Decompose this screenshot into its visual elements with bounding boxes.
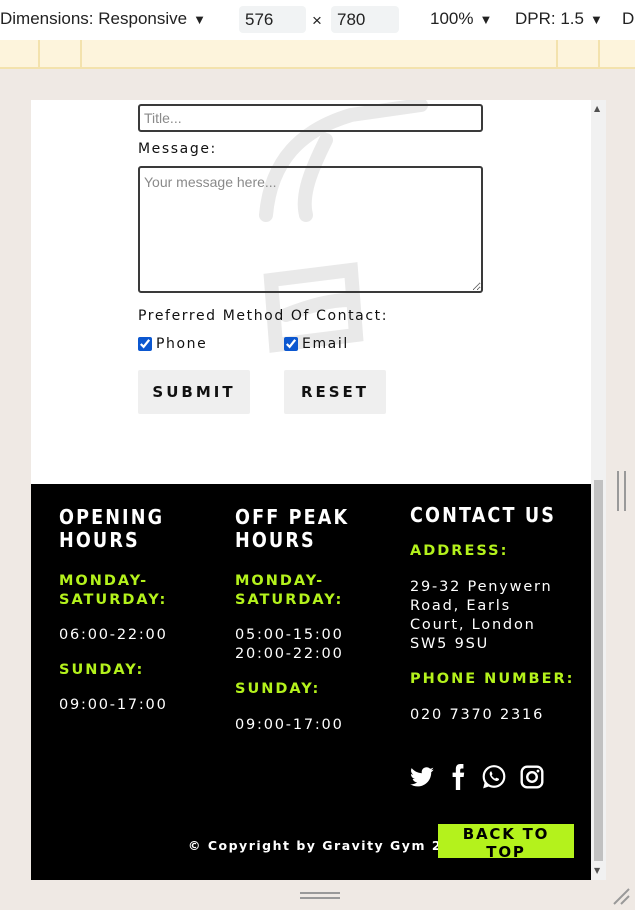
instagram-icon[interactable]	[519, 764, 545, 790]
zoom-label: 100%	[430, 9, 474, 28]
label-line: Saturday:	[59, 592, 168, 608]
ruler-segment[interactable]	[80, 40, 558, 67]
height-input[interactable]	[331, 6, 399, 33]
scroll-up-arrow-icon[interactable]: ▲	[594, 104, 600, 113]
contact-heading: Contact Us	[410, 503, 557, 527]
label-line: Monday-	[59, 573, 149, 589]
offpeak-sunday-hours: 09:00-17:00	[235, 717, 344, 733]
resize-handle-bottom[interactable]	[300, 892, 340, 899]
dropdown-arrow-icon: ▼	[479, 12, 493, 27]
dpr-dropdown[interactable]: DPR: 1.5 ▼	[515, 9, 603, 29]
offpeak-sunday-label: Sunday:	[235, 681, 321, 697]
offpeak-weekdays-label: Monday- Saturday:	[235, 572, 343, 610]
scroll-down-arrow-icon[interactable]: ▼	[594, 866, 600, 875]
ruler-segment[interactable]	[0, 40, 38, 67]
zoom-dropdown[interactable]: 100% ▼	[430, 9, 492, 29]
opening-hours-heading: Opening Hours	[59, 506, 164, 552]
dropdown-arrow-icon: ▼	[589, 12, 603, 27]
address-line: Road, Earls	[410, 598, 511, 614]
reset-button[interactable]: Reset	[284, 370, 386, 414]
message-textarea[interactable]	[138, 166, 483, 293]
ruler-segment[interactable]	[556, 40, 600, 67]
device-toolbar: Dimensions: Responsive ▼ × 100% ▼ DPR: 1.5…	[0, 0, 635, 41]
heading-line: Hours	[59, 528, 140, 552]
width-input[interactable]	[239, 6, 306, 33]
hours-line: 05:00-15:00	[235, 627, 344, 643]
ruler-segment[interactable]	[598, 40, 635, 67]
email-checkbox[interactable]	[284, 337, 298, 351]
phone-label: Phone Number:	[410, 671, 575, 687]
label-line: Saturday:	[235, 592, 344, 608]
resize-handle-right[interactable]	[617, 471, 626, 511]
back-to-top-button[interactable]: Back To Top	[438, 824, 574, 861]
device-viewport: Message: Preferred Method Of Contact: Ph…	[31, 100, 591, 880]
opening-weekdays-hours: 06:00-22:00	[59, 627, 168, 643]
address-line: SW5 9SU	[410, 636, 490, 652]
address-label: Address:	[410, 543, 509, 559]
opening-sunday-label: Sunday:	[59, 662, 145, 678]
phone-checkbox[interactable]	[138, 337, 152, 351]
address-text: 29-32 Penywern Road, Earls Court, London…	[410, 578, 553, 654]
dpr-label: DPR: 1.5	[515, 9, 584, 28]
contact-method-label: Preferred Method Of Contact:	[138, 308, 389, 324]
resize-corner-icon[interactable]	[611, 886, 631, 906]
whatsapp-icon[interactable]	[481, 764, 507, 790]
dropdown-arrow-icon: ▼	[193, 12, 206, 27]
scrollbar-thumb[interactable]	[594, 480, 603, 861]
message-label: Message:	[138, 141, 217, 157]
site-footer: Opening Hours Monday- Saturday: 06:00-22…	[31, 484, 591, 880]
address-line: Court, London	[410, 617, 536, 633]
offpeak-weekdays-hours: 05:00-15:00 20:00-22:00	[235, 626, 344, 664]
phone-checkbox-label[interactable]: Phone	[156, 336, 207, 352]
email-checkbox-label[interactable]: Email	[302, 336, 349, 352]
viewport-scrollbar[interactable]: ▲ ▼	[591, 100, 606, 880]
times-sign: ×	[312, 11, 322, 30]
twitter-icon[interactable]	[409, 764, 435, 790]
opening-sunday-hours: 09:00-17:00	[59, 697, 168, 713]
heading-line: Opening	[59, 505, 165, 529]
opening-weekdays-label: Monday- Saturday:	[59, 572, 167, 610]
media-query-ruler	[0, 40, 635, 69]
offpeak-hours-heading: Off Peak Hours	[235, 506, 349, 552]
facebook-icon[interactable]	[445, 764, 471, 790]
hours-line: 20:00-22:00	[235, 646, 344, 662]
label-line: Monday-	[235, 573, 325, 589]
dimensions-label: Dimensions: Responsive	[0, 9, 188, 28]
overflow-label[interactable]: D	[622, 9, 634, 29]
heading-line: Hours	[235, 528, 316, 552]
heading-line: Off Peak	[235, 505, 350, 529]
phone-number: 020 7370 2316	[410, 707, 545, 723]
address-line: 29-32 Penywern	[410, 579, 553, 595]
copyright-text: © Copyright by Gravity Gym 2024	[188, 838, 473, 853]
title-input[interactable]	[138, 104, 483, 132]
dimensions-dropdown[interactable]: Dimensions: Responsive ▼	[0, 9, 206, 29]
submit-button[interactable]: Submit	[138, 370, 250, 414]
ruler-segment[interactable]	[38, 40, 82, 67]
